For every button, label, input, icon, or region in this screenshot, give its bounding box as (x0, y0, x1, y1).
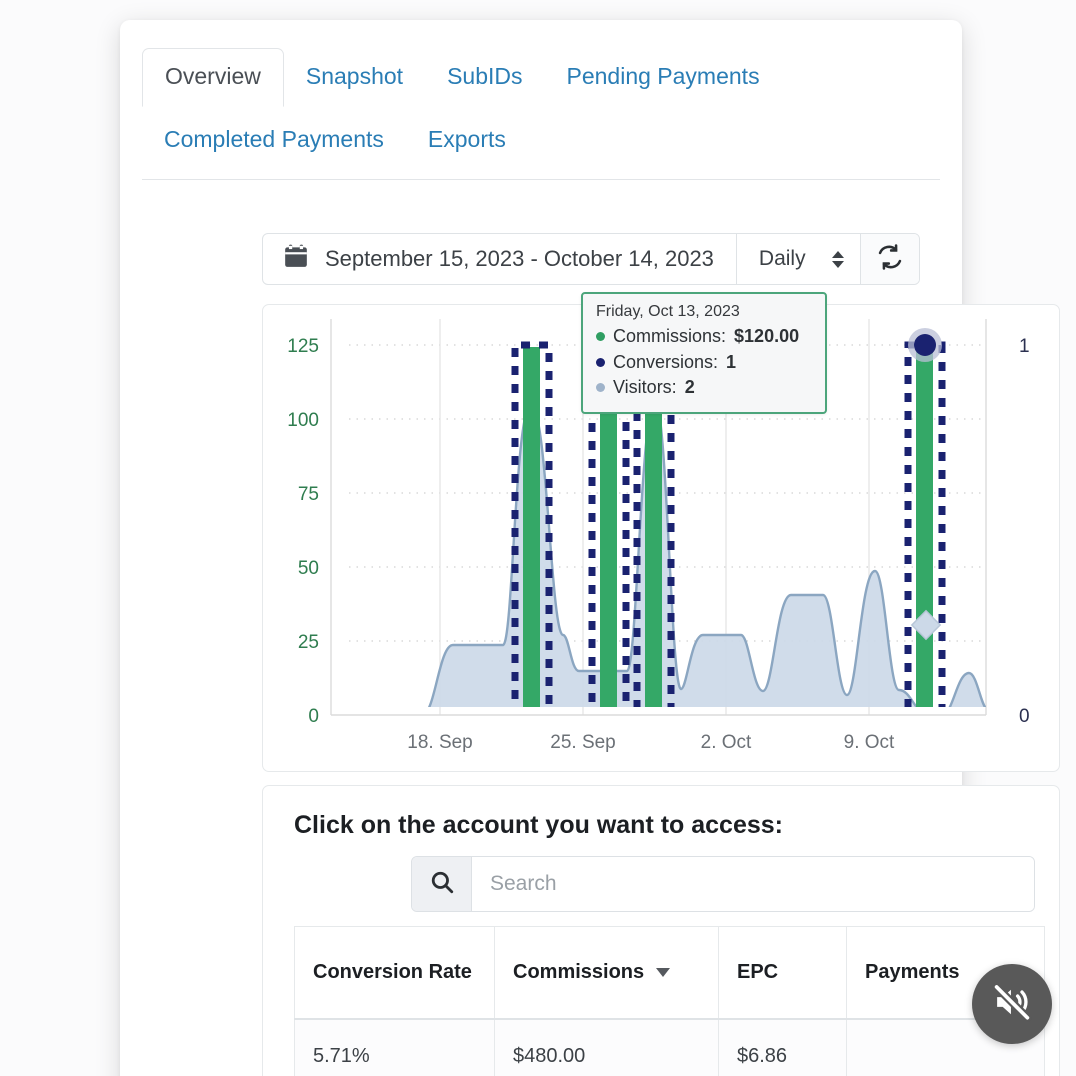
svg-text:75: 75 (298, 484, 319, 505)
cell-epc: $6.86 (718, 1018, 847, 1076)
cell-conversion-rate: 5.71% (294, 1018, 495, 1076)
svg-text:2. Oct: 2. Oct (701, 732, 752, 753)
search-icon (429, 869, 455, 900)
tooltip-date: Friday, Oct 13, 2023 (596, 303, 740, 320)
chart-y-left-labels: 125 100 75 50 25 0 (287, 336, 319, 727)
tooltip-label-commissions: Commissions: (613, 326, 727, 346)
chart-x-labels: 18. Sep 25. Sep 2. Oct 9. Oct (407, 732, 895, 753)
col-conversion-rate-label: Conversion Rate (313, 960, 472, 983)
search-button[interactable] (412, 857, 472, 911)
legend-dot-conversions (596, 357, 605, 367)
date-range-picker[interactable]: September 15, 2023 - October 14, 2023 (263, 234, 737, 284)
tab-subids[interactable]: SubIDs (425, 49, 544, 106)
tab-row-secondary: Completed Payments Exports (142, 112, 940, 169)
granularity-select[interactable]: Daily (737, 234, 861, 284)
svg-text:1: 1 (1019, 336, 1030, 357)
svg-text:0: 0 (1019, 706, 1030, 727)
legend-dot-commissions (596, 332, 605, 342)
tab-bar-divider (142, 179, 940, 180)
search-input[interactable] (472, 857, 1034, 911)
tab-row-primary: Overview Snapshot SubIDs Pending Payment… (142, 48, 940, 107)
col-commissions-label: Commissions (513, 960, 645, 983)
svg-text:0: 0 (308, 706, 319, 727)
tab-snapshot[interactable]: Snapshot (284, 49, 425, 106)
table-row[interactable]: 5.71% $480.00 $6.86 (294, 1018, 1045, 1076)
calendar-icon (283, 243, 309, 275)
col-conversion-rate[interactable]: Conversion Rate (294, 926, 495, 1020)
tooltip-value-commissions: $120.00 (734, 326, 800, 346)
tooltip-label-visitors: Visitors: (613, 377, 677, 398)
svg-text:25. Sep: 25. Sep (550, 732, 616, 753)
table-header-row: Conversion Rate Commissions EPC Payments (294, 926, 1045, 1020)
svg-text:18. Sep: 18. Sep (407, 732, 473, 753)
chart-tooltip: Friday, Oct 13, 2023 Commissions: $120.0… (581, 292, 827, 414)
tooltip-row-visitors: Visitors: 2 (596, 375, 812, 401)
speaker-muted-icon (991, 981, 1033, 1028)
refresh-icon (876, 243, 904, 276)
caret-down-icon (656, 967, 671, 977)
granularity-value: Daily (758, 247, 806, 270)
accounts-card: Click on the account you want to access: (262, 785, 1060, 1076)
chart-toolbar: September 15, 2023 - October 14, 2023 Da… (262, 233, 920, 285)
accounts-table-head: Conversion Rate Commissions EPC Payments (294, 926, 1045, 1020)
tooltip-value-visitors: 2 (684, 377, 695, 398)
refresh-button[interactable] (860, 234, 919, 284)
page-root: Overview Snapshot SubIDs Pending Payment… (0, 0, 1076, 1076)
tab-pending-payments[interactable]: Pending Payments (545, 49, 782, 106)
svg-text:25: 25 (298, 632, 319, 653)
col-epc-label: EPC (737, 960, 779, 983)
accounts-table-body: 5.71% $480.00 $6.86 (294, 1018, 1045, 1076)
date-range-text: September 15, 2023 - October 14, 2023 (325, 246, 714, 271)
tooltip-label-conversions: Conversions: (613, 351, 719, 372)
svg-text:100: 100 (287, 410, 319, 431)
cell-commissions: $480.00 (494, 1018, 719, 1076)
tab-completed-payments[interactable]: Completed Payments (142, 112, 406, 169)
chevron-updown-icon (831, 250, 844, 268)
legend-dot-visitors (596, 383, 605, 393)
account-search (411, 856, 1035, 912)
tooltip-row-conversions: Conversions: 1 (596, 350, 812, 376)
marker-conversions-point (914, 334, 936, 356)
svg-text:9. Oct: 9. Oct (844, 732, 895, 753)
accounts-heading: Click on the account you want to access: (294, 811, 784, 839)
tab-bar: Overview Snapshot SubIDs Pending Payment… (142, 48, 940, 180)
chart-y-right-labels: 1 0 (1019, 336, 1030, 727)
svg-text:125: 125 (287, 336, 319, 357)
svg-text:50: 50 (298, 558, 319, 579)
tab-overview[interactable]: Overview (142, 48, 284, 107)
tab-exports[interactable]: Exports (406, 112, 528, 169)
mute-toggle-button[interactable] (972, 964, 1052, 1044)
tooltip-value-conversions: 1 (726, 351, 737, 372)
main-content-card: Overview Snapshot SubIDs Pending Payment… (120, 20, 1060, 1076)
col-commissions[interactable]: Commissions (494, 926, 719, 1020)
tooltip-row-commissions: Commissions: $120.00 (596, 324, 812, 350)
accounts-table: Conversion Rate Commissions EPC Payments… (294, 926, 1045, 1076)
col-payments-label: Payments (865, 960, 960, 983)
col-epc[interactable]: EPC (718, 926, 847, 1020)
